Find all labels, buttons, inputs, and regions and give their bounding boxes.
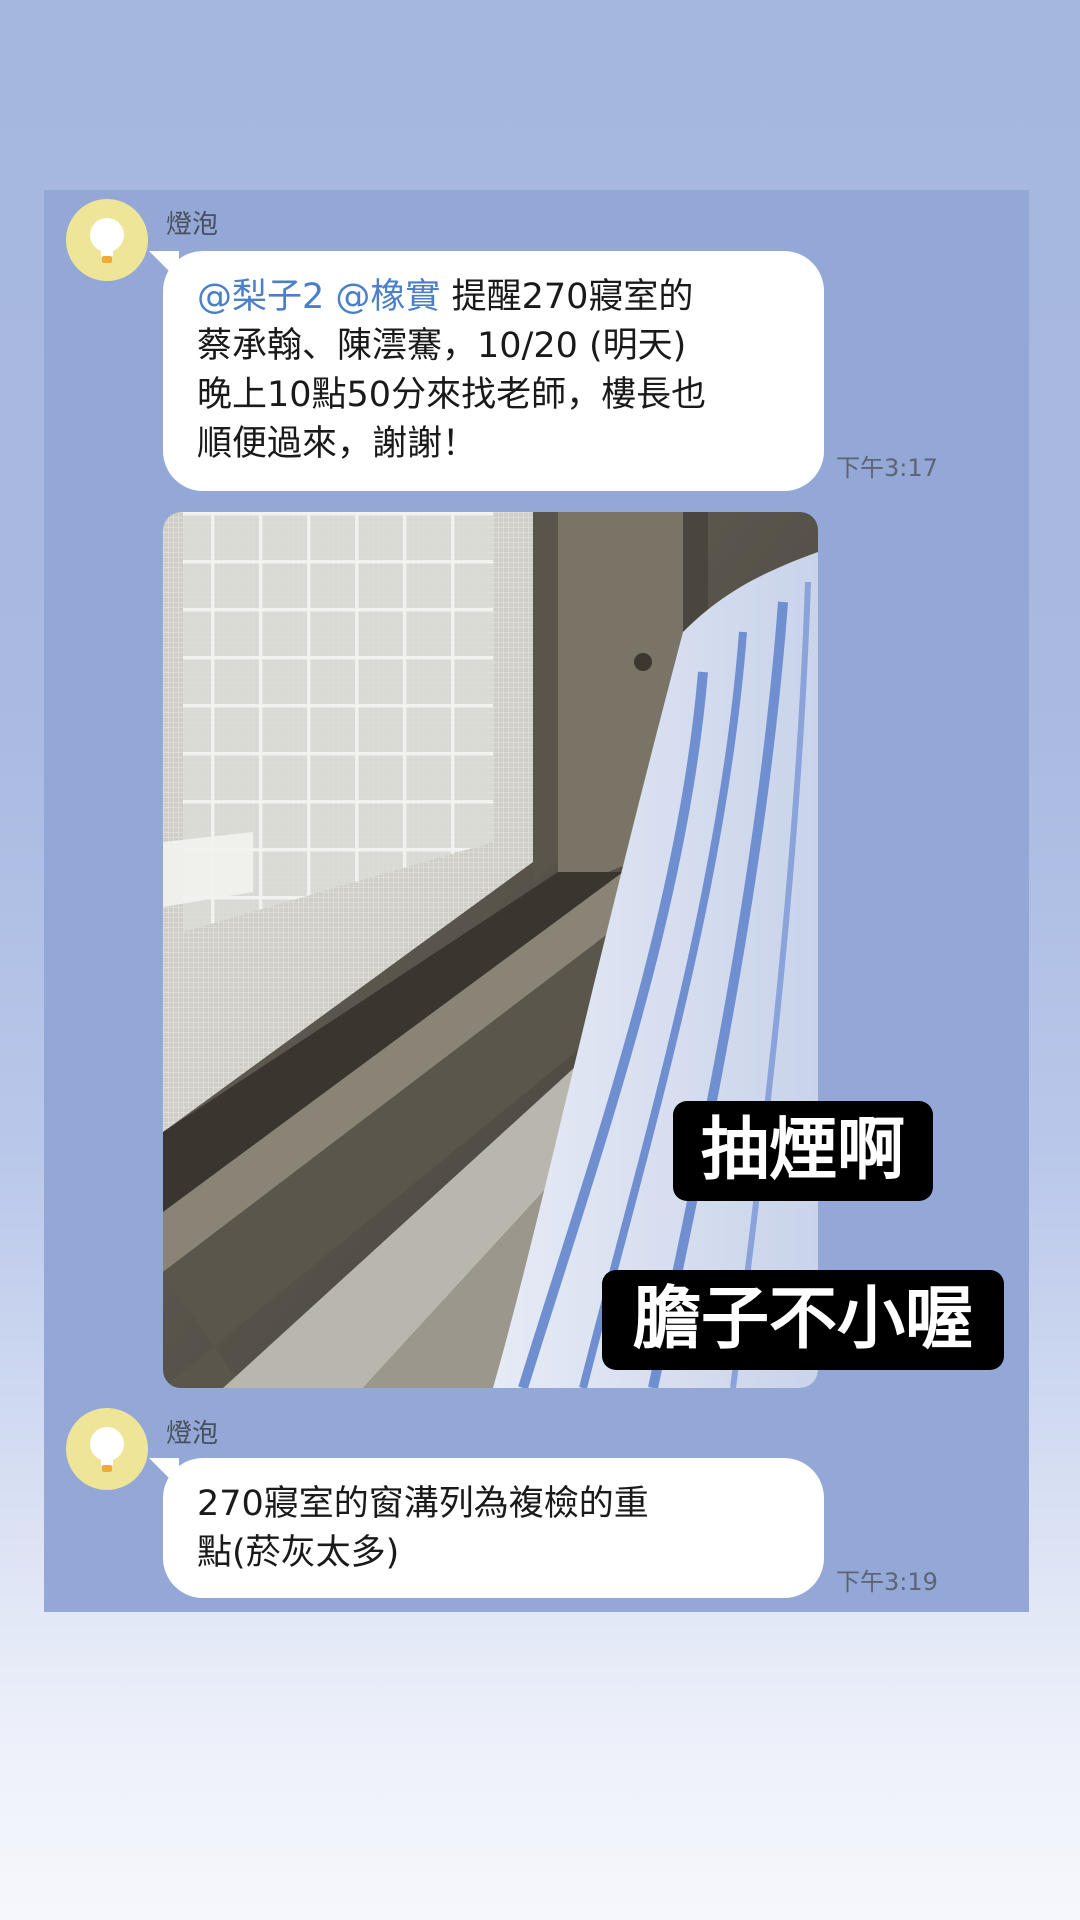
message-line: 提醒270寢室的 — [451, 277, 694, 317]
message-bubble[interactable]: 270寢室的窗溝列為複檢的重 點(菸灰太多) — [149, 1458, 824, 1598]
window-photo-image — [163, 512, 818, 1388]
message-text: @梨子2 @橡實 提醒270寢室的 蔡承翰、陳澐騫，10/20 (明天) 晚上1… — [197, 273, 790, 469]
lightbulb-icon — [90, 1427, 124, 1472]
mention-link[interactable]: @橡實 — [335, 277, 440, 317]
sender-avatar[interactable] — [66, 199, 148, 281]
bubble-tail — [149, 1458, 179, 1488]
sender-name: 燈泡 — [166, 210, 219, 240]
message-bubble[interactable]: @梨子2 @橡實 提醒270寢室的 蔡承翰、陳澐騫，10/20 (明天) 晚上1… — [149, 251, 824, 491]
bubble-tail — [149, 251, 179, 281]
message-time: 下午3:17 — [836, 454, 938, 482]
caption-sticker: 抽煙啊 — [673, 1101, 933, 1201]
message-line: 蔡承翰、陳澐騫，10/20 (明天) — [197, 326, 687, 366]
message-line: 270寢室的窗溝列為複檢的重 — [197, 1484, 649, 1524]
sender-name: 燈泡 — [166, 1419, 219, 1449]
chat-area: 燈泡 @梨子2 @橡實 提醒270寢室的 蔡承翰、陳澐騫，10/20 (明天) … — [44, 190, 1029, 1612]
caption-sticker: 膽子不小喔 — [602, 1270, 1004, 1370]
message-text: 270寢室的窗溝列為複檢的重 點(菸灰太多) — [197, 1480, 790, 1578]
message-line: 晚上10點50分來找老師，樓長也 — [197, 375, 707, 415]
mention-link[interactable]: @梨子2 — [197, 277, 324, 317]
message-time: 下午3:19 — [836, 1568, 938, 1596]
lightbulb-icon — [90, 218, 124, 263]
message-line: 順便過來，謝謝！ — [197, 424, 478, 464]
photo-message[interactable] — [163, 512, 818, 1388]
sender-avatar[interactable] — [66, 1408, 148, 1490]
message-line: 點(菸灰太多) — [197, 1533, 400, 1573]
